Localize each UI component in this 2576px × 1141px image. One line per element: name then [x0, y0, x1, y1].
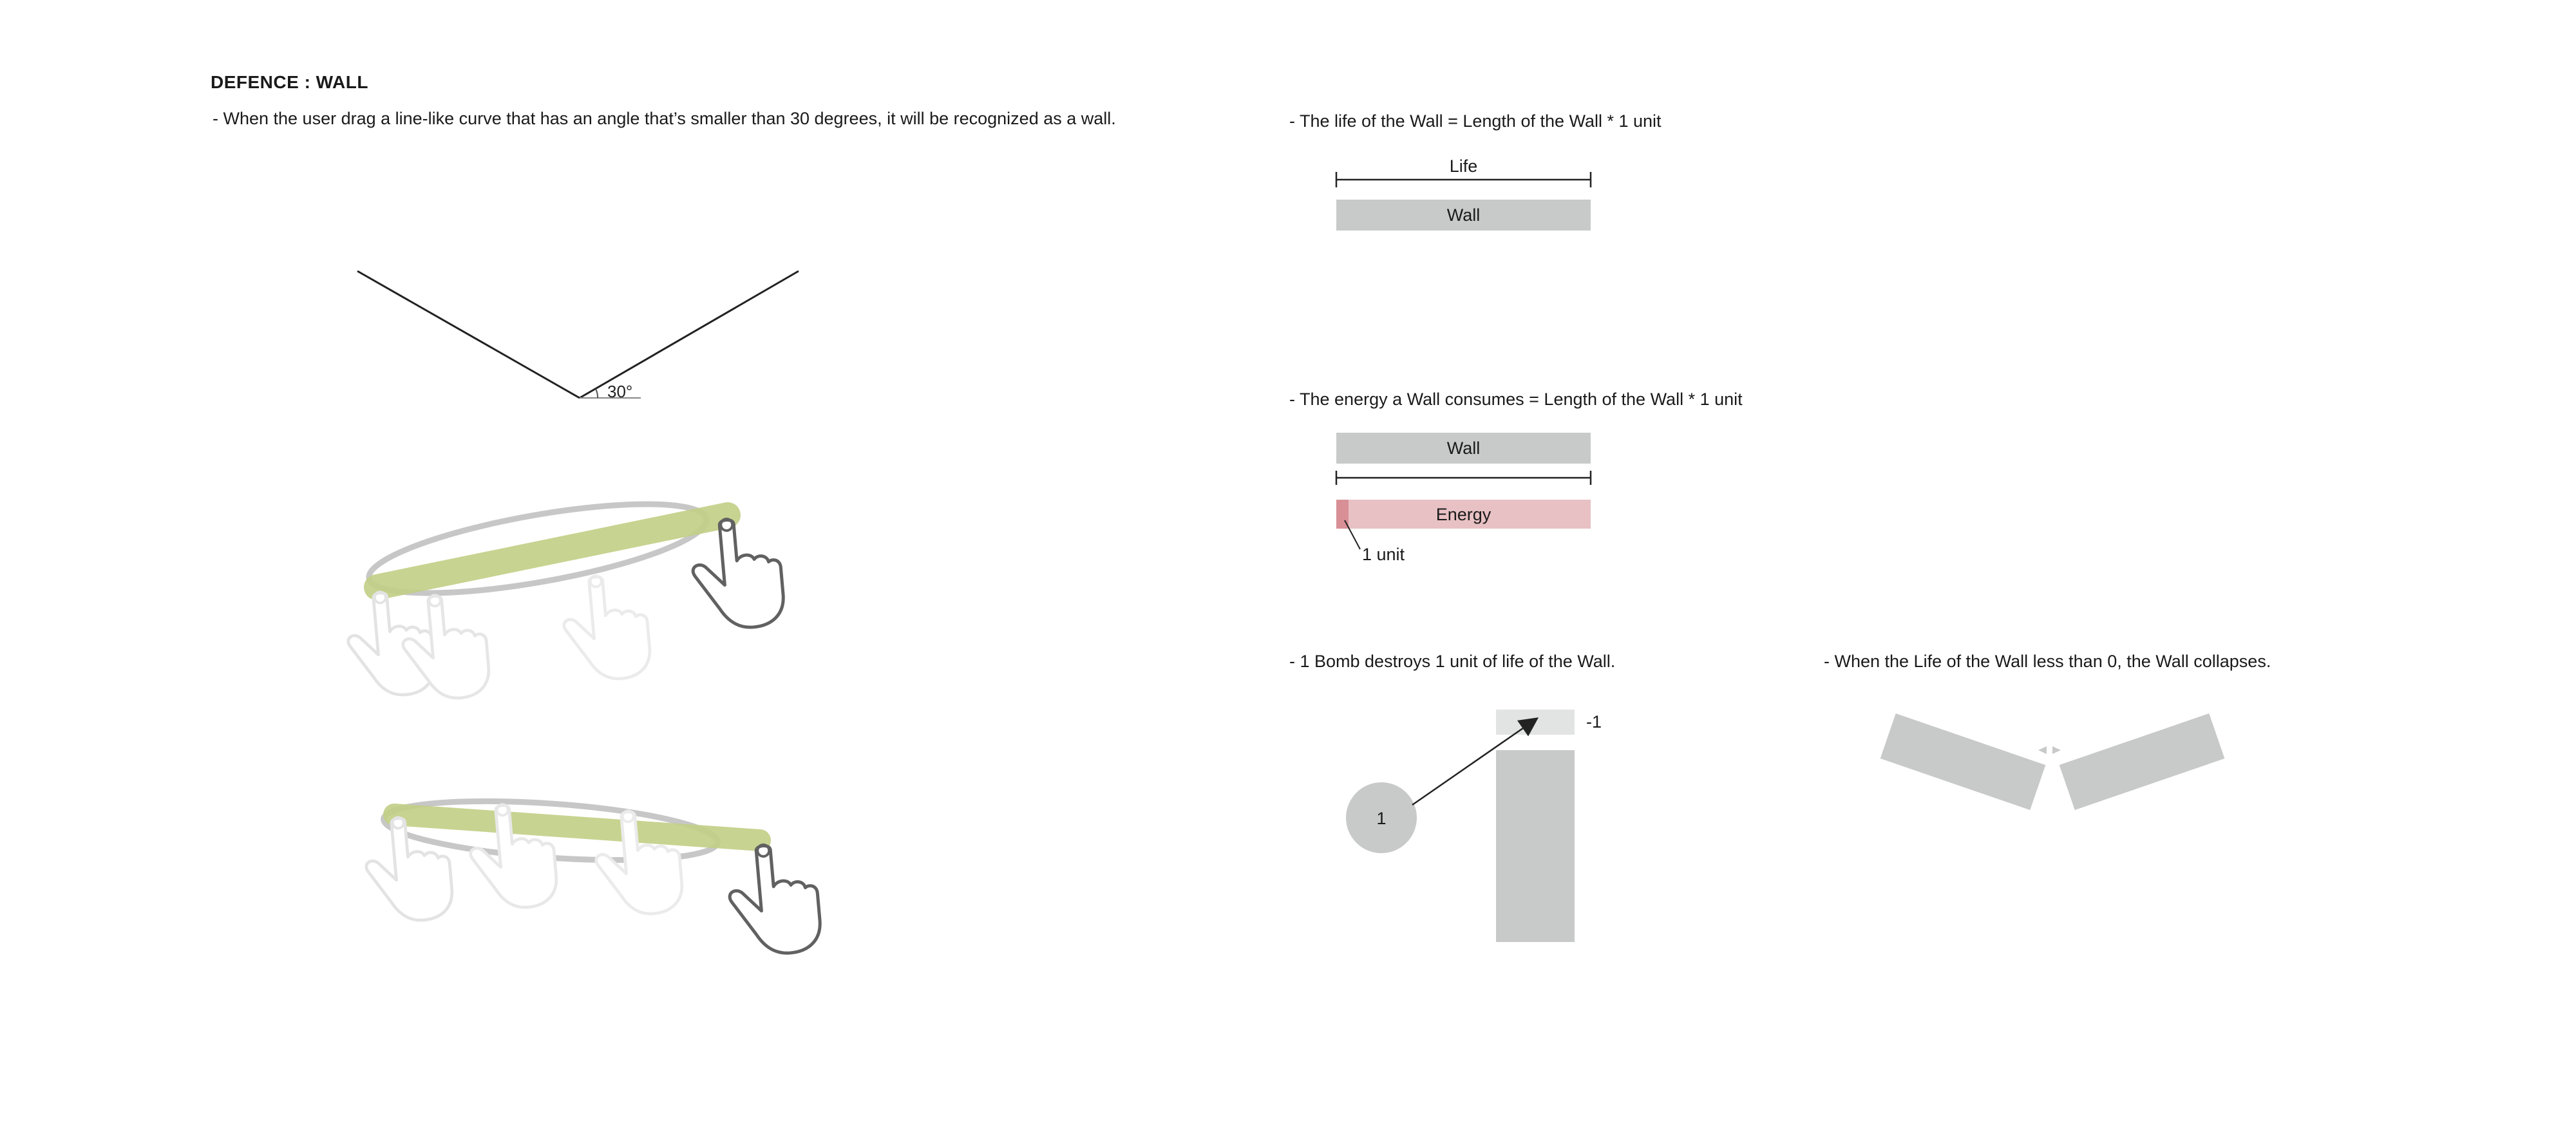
- life-dimension-label: Life: [1449, 156, 1478, 176]
- energy-wall-label: Wall: [1446, 438, 1481, 458]
- collapse-diagram: [1880, 713, 2225, 811]
- collapse-mark-right: [2052, 746, 2061, 754]
- life-wall-label: Wall: [1446, 205, 1481, 225]
- wall-column: [1496, 750, 1575, 942]
- diagram-canvas: 30°: [0, 172, 2225, 1141]
- collapse-mark-left: [2038, 746, 2047, 754]
- hand-ghost-icon: [362, 813, 454, 925]
- hand-pointer-icon: [726, 840, 823, 957]
- hand-ghost-icon: [344, 588, 436, 699]
- gesture-two-stroke: [383, 804, 771, 851]
- hand-ghost-icon: [560, 572, 652, 683]
- energy-unit-label: 1 unit: [1362, 545, 1405, 564]
- gesture-one-stroke: [364, 502, 741, 600]
- collapsed-wall-right: [2059, 713, 2225, 811]
- damage-label: -1: [1586, 712, 1602, 731]
- angle-label: 30°: [607, 382, 632, 401]
- damaged-wall-segment: [1496, 710, 1575, 735]
- angle-left-line: [357, 270, 580, 399]
- collapsed-wall-left: [1880, 713, 2046, 811]
- gesture-two: [362, 798, 823, 957]
- energy-label: Energy: [1435, 505, 1492, 524]
- gesture-one: [344, 501, 786, 703]
- bomb-label: 1: [1376, 809, 1387, 828]
- angle-right-line: [579, 270, 799, 399]
- angle-arc: [595, 388, 599, 399]
- angle-diagram: 30°: [357, 270, 799, 401]
